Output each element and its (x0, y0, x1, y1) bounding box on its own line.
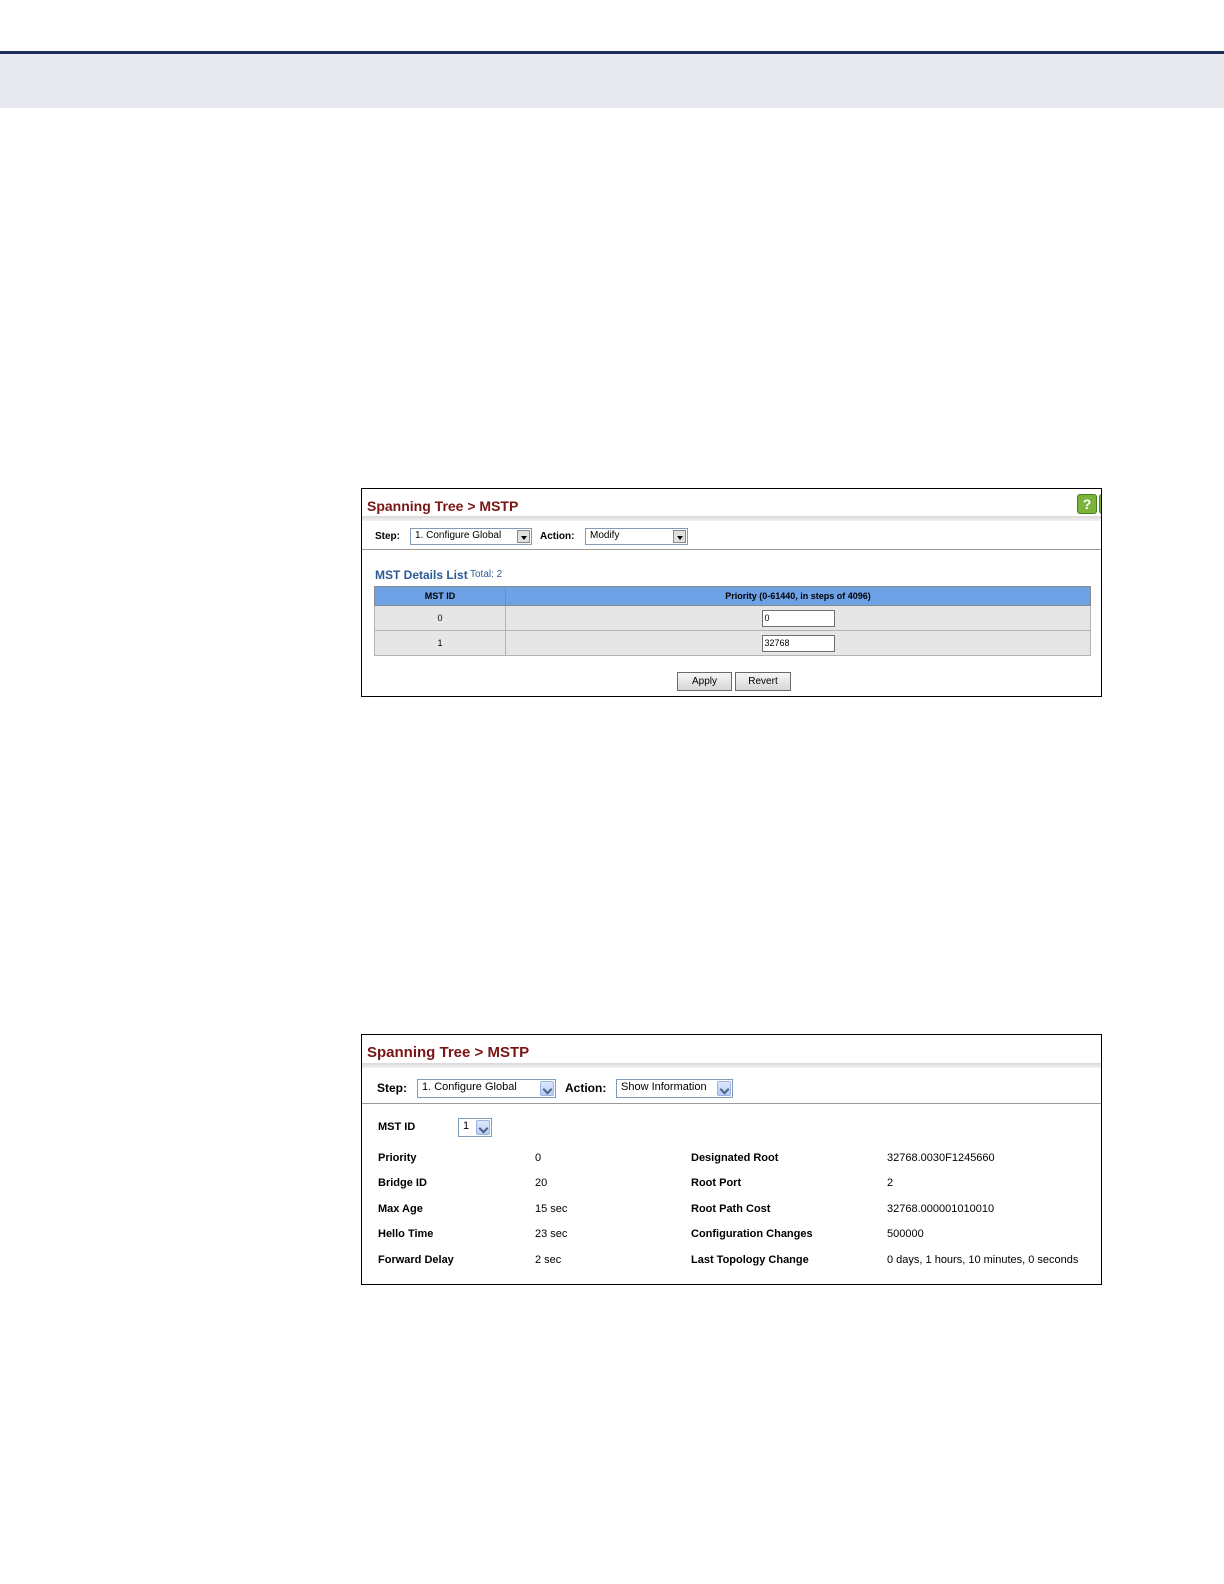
priority-cell: 32768 (505, 630, 1091, 656)
root-path-cost-value: 32768.000001010010 (887, 1203, 995, 1215)
step-label: Step: (377, 1081, 407, 1095)
chevron-down-icon[interactable] (476, 1120, 490, 1135)
action-select[interactable]: Modify (585, 528, 688, 545)
help-icon[interactable]: ? (1077, 494, 1097, 514)
action-select-value: Show Information (621, 1081, 707, 1093)
mst-id-select-value: 1 (463, 1120, 470, 1132)
mst-details-table: MST ID Priority (0-61440, in steps of 40… (374, 586, 1091, 656)
priority-cell: 0 (505, 605, 1091, 631)
max-age-value: 15 sec (535, 1203, 568, 1215)
configuration-changes-label: Configuration Changes (691, 1228, 813, 1240)
root-port-label: Root Port (691, 1177, 742, 1189)
bridge-id-label: Bridge ID (378, 1177, 427, 1189)
chevron-down-icon[interactable] (673, 530, 686, 543)
step-select[interactable]: 1. Configure Global (417, 1079, 556, 1098)
designated-root-label: Designated Root (691, 1152, 779, 1164)
header-band (0, 54, 1224, 108)
hello-time-label: Hello Time (378, 1228, 434, 1240)
table-row: 0 0 (374, 605, 1091, 631)
step-select-value: 1. Configure Global (422, 1081, 517, 1093)
action-label: Action: (565, 1081, 607, 1095)
apply-button[interactable]: Apply (677, 672, 732, 691)
max-age-label: Max Age (378, 1203, 423, 1215)
mst-id-select[interactable]: 1 (458, 1118, 492, 1137)
step-divider (362, 549, 1101, 550)
priority-value: 0 (535, 1152, 542, 1164)
title-divider (362, 516, 1101, 521)
action-label: Action: (540, 531, 575, 542)
extra-icon[interactable] (1099, 494, 1101, 514)
step-label: Step: (375, 531, 400, 542)
last-topology-change-value: 0 days, 1 hours, 10 minutes, 0 seconds (887, 1254, 1079, 1266)
list-total: Total: 2 (470, 569, 503, 580)
hello-time-value: 23 sec (535, 1228, 568, 1240)
mstp-info-panel: Spanning Tree > MSTP Step: 1. Configure … (361, 1034, 1102, 1285)
column-header-mst-id: MST ID (374, 586, 506, 606)
step-divider (362, 1103, 1101, 1104)
priority-input[interactable]: 0 (761, 609, 835, 627)
priority-label: Priority (378, 1152, 417, 1164)
priority-input[interactable]: 32768 (761, 634, 835, 652)
mst-id-cell: 0 (374, 605, 506, 631)
revert-button[interactable]: Revert (735, 672, 791, 691)
table-row: 1 32768 (374, 630, 1091, 656)
step-select[interactable]: 1. Configure Global (410, 528, 532, 545)
bridge-id-value: 20 (535, 1177, 548, 1189)
page-title: Spanning Tree > MSTP (367, 1044, 530, 1061)
column-header-priority: Priority (0-61440, in steps of 4096) (505, 586, 1091, 606)
chevron-down-icon[interactable] (540, 1081, 554, 1096)
forward-delay-value: 2 sec (535, 1254, 562, 1266)
action-select[interactable]: Show Information (616, 1079, 733, 1098)
last-topology-change-label: Last Topology Change (691, 1254, 809, 1266)
title-divider (362, 1063, 1101, 1068)
mstp-modify-panel: Spanning Tree > MSTP ? Step: 1. Configur… (361, 488, 1102, 697)
chevron-down-icon[interactable] (717, 1081, 731, 1096)
designated-root-value: 32768.0030F1245660 (887, 1152, 995, 1164)
step-select-value: 1. Configure Global (415, 530, 502, 541)
list-title: MST Details List (375, 568, 468, 582)
root-port-value: 2 (887, 1177, 894, 1189)
mst-id-cell: 1 (374, 630, 506, 656)
mst-id-label: MST ID (378, 1121, 416, 1133)
action-select-value: Modify (590, 530, 620, 541)
chevron-down-icon[interactable] (517, 530, 530, 543)
page-title: Spanning Tree > MSTP (367, 498, 519, 514)
forward-delay-label: Forward Delay (378, 1254, 454, 1266)
configuration-changes-value: 500000 (887, 1228, 924, 1240)
root-path-cost-label: Root Path Cost (691, 1203, 771, 1215)
